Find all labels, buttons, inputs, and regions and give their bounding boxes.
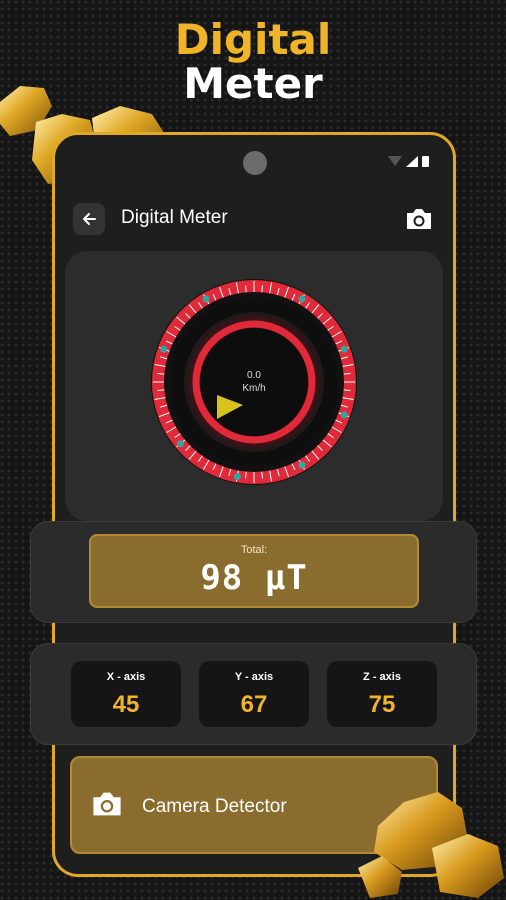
camera-icon [93,792,121,816]
gauge-tick [261,285,263,293]
gauge-marker [176,440,184,448]
gauge-marker [340,411,348,419]
gauge-marker [202,295,210,303]
gauge-tick [157,389,165,391]
y-axis-value: 67 [240,691,268,718]
back-button[interactable] [73,203,105,235]
y-axis-card: Y - axis 67 [199,661,309,727]
app-bar: Digital Meter [69,201,439,237]
total-value: 98 μT [200,558,308,598]
speed-gauge: 0.0 Km/h [151,279,357,485]
battery-icon [422,156,429,167]
gauge-tick [245,285,247,293]
gold-nugget-icon [358,792,504,898]
page-title: Digital Meter [121,207,228,228]
total-label: Total: [240,544,268,556]
axis-panel: X - axis 45 Y - axis 67 Z - axis 75 [30,643,477,745]
total-readout: Total: 98 μT [89,534,419,608]
gauge-speed: 0.0 [247,370,261,381]
gauge-marker [160,345,168,353]
gauge-tick [261,471,263,479]
gauge-unit: Km/h [242,383,265,394]
meter-card: 0.0 Km/h [65,251,443,521]
y-axis-label: Y - axis [234,671,274,683]
gauge-tick [343,373,351,375]
gauge-marker [340,345,348,353]
z-axis-label: Z - axis [363,671,401,683]
x-axis-label: X - axis [106,671,146,683]
gauge-tick [157,373,165,375]
total-panel: Total: 98 μT [30,521,477,623]
gauge-tick [245,471,247,479]
front-camera [243,151,267,175]
gauge-tick [343,389,351,391]
gauge-marker [298,461,306,469]
x-axis-value: 45 [112,691,140,718]
promo-title-line1: Digital [174,15,332,64]
wifi-icon [388,156,402,166]
x-axis-card: X - axis 45 [71,661,181,727]
signal-icon [406,156,418,167]
z-axis-card: Z - axis 75 [327,661,437,727]
camera-button[interactable] [403,203,435,235]
status-bar [388,155,429,167]
z-axis-value: 75 [368,691,396,718]
gauge-marker [298,295,306,303]
back-arrow-icon [83,213,96,225]
camera-detector-label: Camera Detector [142,796,287,817]
camera-icon [407,209,431,229]
gauge-marker [233,473,241,481]
